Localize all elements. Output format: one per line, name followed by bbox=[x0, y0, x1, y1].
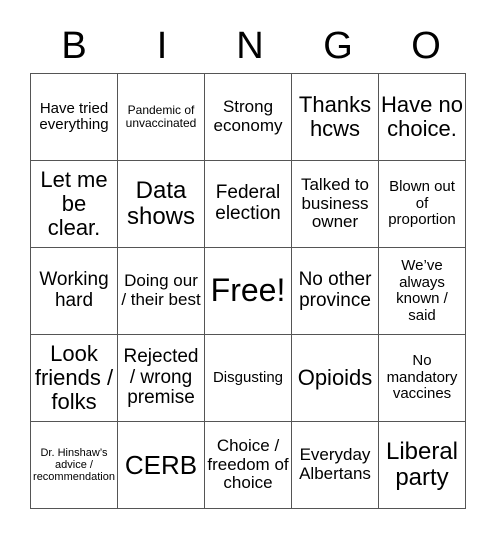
bingo-cell[interactable]: Blown out of proportion bbox=[378, 160, 466, 248]
bingo-cell[interactable]: Opioids bbox=[291, 334, 379, 422]
bingo-row: Look friends / folks Rejected / wrong pr… bbox=[30, 334, 466, 422]
bingo-cell[interactable]: Look friends / folks bbox=[30, 334, 118, 422]
header-letter-o: O bbox=[411, 25, 441, 67]
bingo-cell[interactable]: CERB bbox=[117, 421, 205, 509]
bingo-cell[interactable]: Doing our / their best bbox=[117, 247, 205, 335]
free-space[interactable]: Free! bbox=[204, 247, 292, 335]
bingo-cell[interactable]: We’ve always known / said bbox=[378, 247, 466, 335]
bingo-row: Working hard Doing our / their best Free… bbox=[30, 247, 466, 335]
bingo-cell[interactable]: Federal election bbox=[204, 160, 292, 248]
bingo-cell[interactable]: Disgusting bbox=[204, 334, 292, 422]
bingo-cell[interactable]: Have tried everything bbox=[30, 73, 118, 161]
bingo-cell[interactable]: Strong economy bbox=[204, 73, 292, 161]
bingo-cell[interactable]: Dr. Hinshaw’s advice / recommendation bbox=[30, 421, 118, 509]
bingo-cell[interactable]: Liberal party bbox=[378, 421, 466, 509]
header-letter-n: N bbox=[236, 25, 264, 67]
bingo-row: Let me be clear. Data shows Federal elec… bbox=[30, 160, 466, 248]
bingo-header: B I N G O bbox=[30, 20, 470, 73]
bingo-cell[interactable]: Choice / freedom of choice bbox=[204, 421, 292, 509]
bingo-cell[interactable]: No other province bbox=[291, 247, 379, 335]
bingo-cell[interactable]: Talked to business owner bbox=[291, 160, 379, 248]
bingo-row: Dr. Hinshaw’s advice / recommendation CE… bbox=[30, 421, 466, 509]
bingo-cell[interactable]: Have no choice. bbox=[378, 73, 466, 161]
bingo-cell[interactable]: Working hard bbox=[30, 247, 118, 335]
bingo-card: Have tried everything Pandemic of unvacc… bbox=[30, 73, 466, 509]
bingo-cell[interactable]: Everyday Albertans bbox=[291, 421, 379, 509]
header-letter-g: G bbox=[323, 25, 353, 67]
bingo-row: Have tried everything Pandemic of unvacc… bbox=[30, 73, 466, 161]
bingo-cell[interactable]: Let me be clear. bbox=[30, 160, 118, 248]
header-letter-b: B bbox=[61, 25, 87, 67]
bingo-cell[interactable]: Rejected / wrong premise bbox=[117, 334, 205, 422]
bingo-cell[interactable]: Thanks hcws bbox=[291, 73, 379, 161]
bingo-cell[interactable]: Pandemic of unvaccinated bbox=[117, 73, 205, 161]
header-letter-i: I bbox=[156, 25, 168, 67]
bingo-cell[interactable]: Data shows bbox=[117, 160, 205, 248]
bingo-cell[interactable]: No mandatory vaccines bbox=[378, 334, 466, 422]
